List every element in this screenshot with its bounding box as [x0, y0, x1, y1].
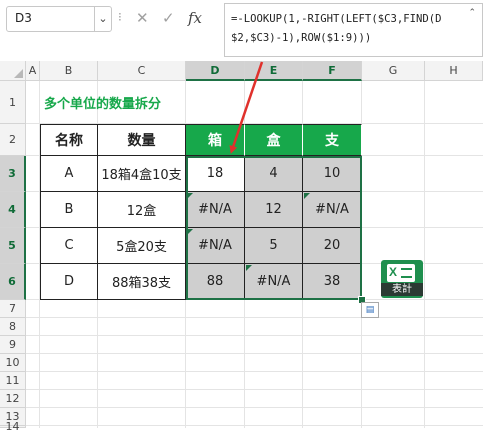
annotation-arrow [229, 61, 264, 154]
